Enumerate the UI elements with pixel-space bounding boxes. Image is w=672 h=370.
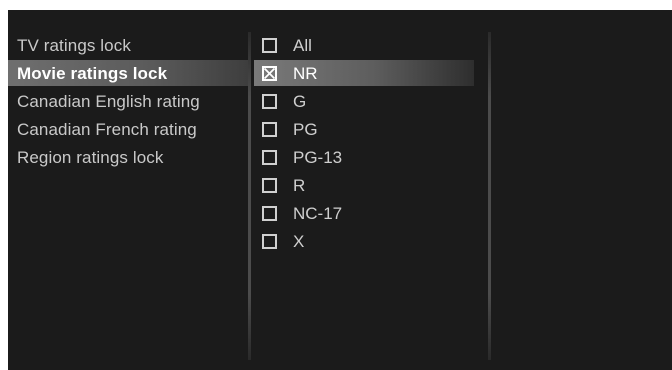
- menu-item-canadian-french-rating[interactable]: Canadian French rating: [17, 116, 197, 144]
- options-divider: [488, 32, 491, 360]
- option-label: R: [293, 176, 306, 195]
- menu-divider: [248, 32, 251, 360]
- checkbox[interactable]: [262, 206, 277, 221]
- option-label: G: [293, 92, 307, 111]
- menu-item-movie-ratings-lock[interactable]: Movie ratings lock: [17, 60, 167, 88]
- parental-ratings-screen: TV ratings lock Movie ratings lock Canad…: [8, 10, 672, 370]
- checkbox[interactable]: [262, 150, 277, 165]
- option-label: PG: [293, 120, 318, 139]
- option-selection-highlight: [254, 60, 474, 86]
- menu-item-region-ratings-lock[interactable]: Region ratings lock: [17, 144, 163, 172]
- check-cross-icon: [264, 68, 275, 79]
- checkbox[interactable]: [262, 94, 277, 109]
- checkbox[interactable]: [262, 38, 277, 53]
- checked-checkbox[interactable]: [262, 66, 277, 81]
- menu-item-tv-ratings-lock[interactable]: TV ratings lock: [17, 32, 131, 60]
- checkbox[interactable]: [262, 122, 277, 137]
- option-label: NC-17: [293, 204, 343, 223]
- option-label: PG-13: [293, 148, 343, 167]
- checkbox[interactable]: [262, 234, 277, 249]
- checkbox[interactable]: [262, 178, 277, 193]
- option-label: NR: [293, 64, 318, 83]
- menu-item-canadian-english-rating[interactable]: Canadian English rating: [17, 88, 200, 116]
- option-label: All: [293, 36, 312, 55]
- option-label: X: [293, 232, 305, 251]
